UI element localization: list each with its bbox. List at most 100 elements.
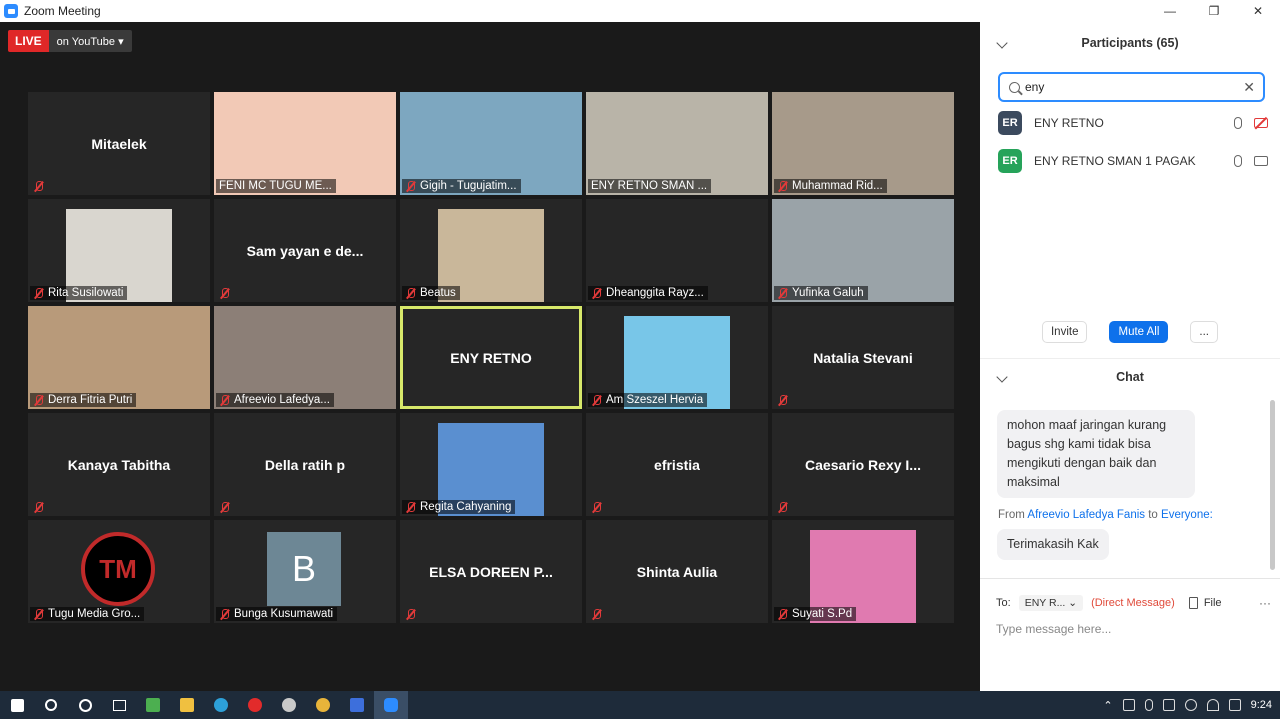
chat-message: Terimakasih Kak (997, 529, 1109, 560)
participant-video-tile[interactable]: Yufinka Galuh (772, 199, 954, 302)
chevron-down-icon: ▾ (118, 36, 124, 48)
taskbar-app-2[interactable] (272, 691, 306, 719)
battery-icon[interactable] (1162, 699, 1175, 711)
restore-button[interactable]: ❐ (1192, 0, 1236, 22)
chat-more-button[interactable]: ··· (1259, 596, 1271, 610)
live-stream-indicator[interactable]: LIVE on YouTube ▾ (8, 30, 132, 52)
participant-name: Beatus (420, 287, 456, 299)
avatar: ER (998, 149, 1022, 173)
recipient-name[interactable]: Everyone: (1161, 509, 1213, 521)
chrome-icon (316, 698, 330, 712)
participant-video-tile[interactable]: Derra Fitria Putri (28, 306, 210, 409)
invite-button[interactable]: Invite (1041, 321, 1088, 343)
wifi-icon[interactable] (1206, 699, 1219, 711)
participant-video-tile[interactable]: Natalia Stevani (772, 306, 954, 409)
participant-video-tile[interactable]: Gigih - Tugujatim... (400, 92, 582, 195)
cortana-button[interactable] (68, 691, 102, 719)
file-button[interactable]: File (1188, 597, 1222, 609)
participant-video-tile[interactable]: Rita Susilowati (28, 199, 210, 302)
live-platform[interactable]: on YouTube ▾ (48, 30, 132, 52)
window-title: Zoom Meeting (24, 4, 101, 18)
muted-mic-icon (219, 608, 230, 620)
participant-video-tile[interactable]: Regita Cahyaning (400, 413, 582, 516)
participant-display-name: ENY RETNO (450, 349, 532, 366)
participant-video-tile[interactable]: TM Tugu Media Gro... (28, 520, 210, 623)
taskbar-app[interactable] (136, 691, 170, 719)
taskbar-chrome[interactable] (306, 691, 340, 719)
participant-video-tile[interactable]: FENI MC TUGU ME... (214, 92, 396, 195)
task-view-button[interactable] (102, 691, 136, 719)
participant-video-tile[interactable]: Am Szeszel Hervia (586, 306, 768, 409)
app-icon (350, 698, 364, 712)
muted-mic-icon (591, 394, 602, 406)
participant-video-tile[interactable]: ELSA DOREEN P... (400, 520, 582, 623)
muted-mic-icon (219, 394, 230, 406)
participant-search-input[interactable] (1025, 80, 1230, 94)
recipient-row: To: ENY R... ⌄ (Direct Message) File ··· (996, 593, 1271, 613)
participant-row[interactable]: ER ENY RETNO SMAN 1 PAGAK (998, 148, 1268, 174)
participant-video-tile[interactable]: Afreevio Lafedya... (214, 306, 396, 409)
participant-name: Derra Fitria Putri (48, 394, 133, 406)
participant-video-tile[interactable]: B Bunga Kusumawati (214, 520, 396, 623)
start-button[interactable] (0, 691, 34, 719)
participant-video-tile[interactable]: Suyati S.Pd (772, 520, 954, 623)
tray-icon[interactable] (1122, 699, 1135, 711)
windows-logo-icon (10, 698, 24, 712)
clear-search-icon[interactable]: ✕ (1243, 79, 1255, 96)
participant-video-tile[interactable]: Della ratih p (214, 413, 396, 516)
microphone-icon[interactable] (1144, 699, 1153, 711)
chevron-up-icon[interactable]: ⌃ (1103, 699, 1112, 712)
muted-mic-icon (219, 288, 230, 299)
participant-video-tile[interactable]: Mitaelek (28, 92, 210, 195)
video-off-icon (1254, 118, 1268, 128)
participant-video-tile[interactable]: Shinta Aulia (586, 520, 768, 623)
from-to: to (1148, 509, 1158, 521)
video-gallery: LIVE on YouTube ▾ Mitaelek FENI MC TUGU M… (0, 22, 980, 691)
taskbar-zoom[interactable] (374, 691, 408, 719)
participant-video-tile[interactable]: efristia (586, 413, 768, 516)
collapse-chevron-icon[interactable] (996, 370, 1008, 383)
minimize-button[interactable]: — (1148, 0, 1192, 22)
mute-all-button[interactable]: Mute All (1109, 321, 1169, 343)
participant-video-tile[interactable]: Caesario Rexy I... (772, 413, 954, 516)
participant-video-tile[interactable]: Sam yayan e de... (214, 199, 396, 302)
side-panel: Participants (65) ✕ ER ENY RETNO ER ENY … (980, 22, 1280, 691)
participant-name: FENI MC TUGU ME... (219, 180, 332, 192)
muted-mic-icon (777, 180, 788, 192)
search-taskbar-button[interactable] (34, 691, 68, 719)
taskbar-app-3[interactable] (340, 691, 374, 719)
more-options-button[interactable]: ... (1190, 321, 1218, 343)
participant-video-tile[interactable]: Kanaya Tabitha (28, 413, 210, 516)
muted-mic-icon (33, 502, 44, 513)
participant-name-label: Am Szeszel Hervia (588, 393, 708, 407)
taskbar-explorer[interactable] (170, 691, 204, 719)
collapse-chevron-icon[interactable] (996, 37, 1008, 49)
taskbar-edge[interactable] (204, 691, 238, 719)
opera-icon (248, 698, 262, 712)
clock[interactable]: 9:24 (1251, 699, 1272, 711)
recipient-select[interactable]: ENY R... ⌄ (1018, 595, 1084, 611)
file-icon (1188, 597, 1198, 609)
participant-row[interactable]: ER ENY RETNO (998, 110, 1268, 136)
chat-message: mohon maaf jaringan kurang bagus shg kam… (997, 410, 1195, 498)
sender-name[interactable]: Afreevio Lafedya Fanis (1027, 509, 1145, 521)
close-button[interactable]: ✕ (1236, 0, 1280, 22)
chat-scrollbar[interactable] (1270, 400, 1275, 570)
participant-name: Afreevio Lafedya... (234, 394, 330, 406)
participant-name-label: Tugu Media Gro... (30, 607, 145, 621)
participants-title: Participants (65) (1081, 36, 1179, 50)
participant-search[interactable]: ✕ (998, 72, 1265, 102)
participant-video-tile[interactable]: ENY RETNO SMAN ... (586, 92, 768, 195)
participant-video-tile[interactable]: Muhammad Rid... (772, 92, 954, 195)
participant-video-tile[interactable]: ENY RETNO (400, 306, 582, 409)
participant-video-tile[interactable]: Dheanggita Rayz... (586, 199, 768, 302)
chat-message-input[interactable]: Type message here... (996, 622, 1111, 636)
pen-icon[interactable] (1228, 699, 1241, 711)
taskbar-opera[interactable] (238, 691, 272, 719)
chat-header: Chat (980, 358, 1280, 394)
participant-display-name: Natalia Stevani (813, 349, 913, 366)
volume-icon[interactable] (1184, 699, 1197, 711)
participant-video-tile[interactable]: Beatus (400, 199, 582, 302)
muted-mic-icon (591, 287, 602, 299)
muted-mic-icon (405, 180, 416, 192)
